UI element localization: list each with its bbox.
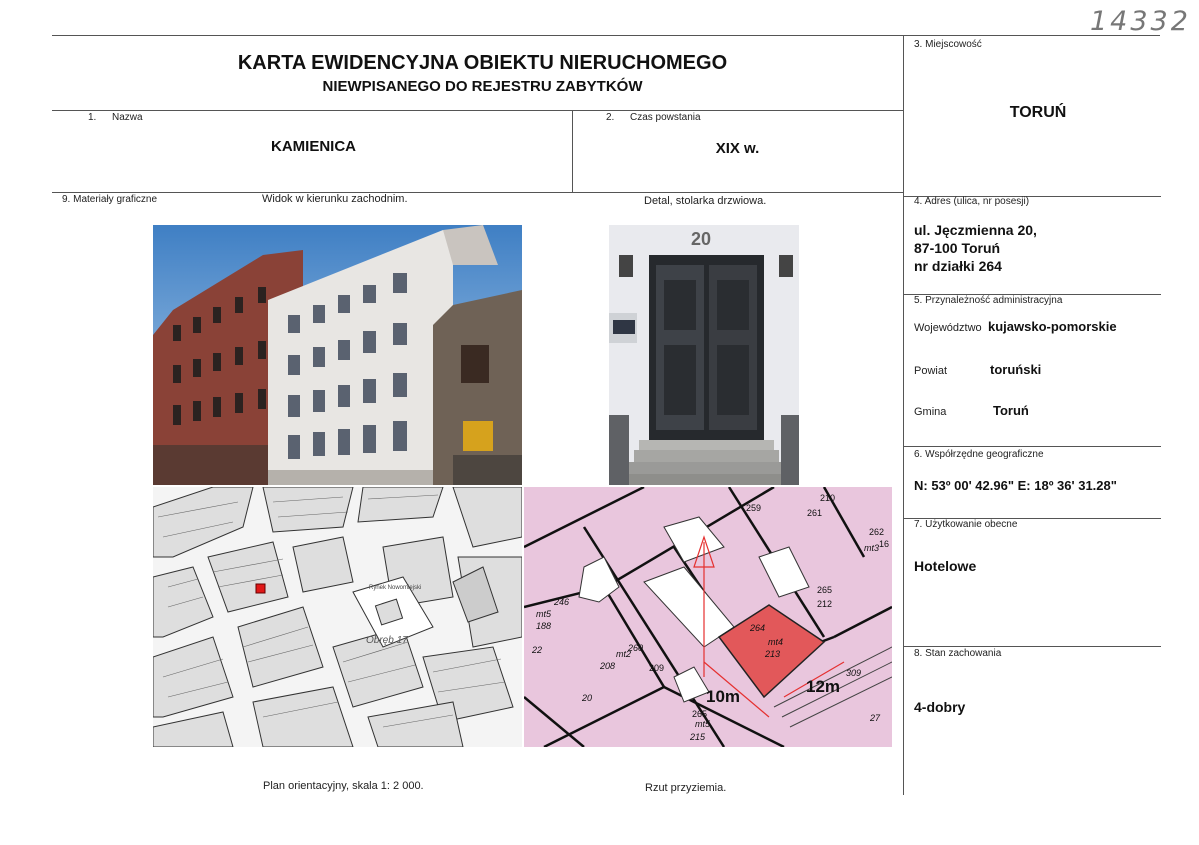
gmina-value: Toruń [993, 403, 1029, 418]
map-label-260: 260 [628, 643, 644, 653]
floor-plan-map: 259 210 261 262 16 mt3 246 mt5 188 265 2… [524, 487, 892, 747]
fields-bottom-rule [52, 192, 903, 193]
adres-line2: 87-100 Toruń [914, 240, 1001, 256]
nazwa-label: Nazwa [112, 112, 143, 123]
map-label-309: 309 [846, 668, 862, 678]
map-label-mt5: mt5 [536, 609, 552, 619]
map-label-213: 213 [765, 649, 781, 659]
wspolrzedne-value: N: 53º 00' 42.96" E: 18º 36' 31.28" [914, 478, 1117, 493]
map-label-27: 27 [870, 713, 881, 723]
map-label-212: 212 [817, 599, 833, 609]
map-label-265b: 265 [692, 709, 708, 719]
caption-plan: Plan orientacyjny, skala 1: 2 000. [263, 780, 424, 792]
orientation-plan-map: Rynek Nowomiejski Obręb 17 [153, 487, 522, 747]
map-label-259: 259 [746, 503, 762, 513]
czas-label: Czas powstania [630, 112, 701, 123]
map-label-261: 261 [807, 508, 823, 518]
map-label-246: 246 [554, 597, 570, 607]
graphics-label: 9. Materiały graficzne [62, 194, 158, 205]
caption-detail: Detal, stolarka drzwiowa. [644, 195, 767, 207]
nazwa-value: KAMIENICA [271, 138, 356, 155]
powiat-label: Powiat [914, 365, 948, 377]
map-label-264: 264 [750, 623, 766, 633]
wspolrzedne-label: 6. Współrzędne geograficzne [914, 449, 1044, 460]
door-number: 20 [691, 229, 712, 249]
caption-view: Widok w kierunku zachodnim. [262, 193, 408, 205]
wojewodztwo-value: kujawsko-pomorskie [988, 319, 1117, 334]
stan-label: 8. Stan zachowania [914, 648, 1002, 659]
wojewodztwo-label: Województwo [914, 322, 982, 334]
map-label-208: 208 [600, 661, 616, 671]
uzytkowanie-value: Hotelowe [914, 558, 977, 574]
przynaleznosc-rule [903, 446, 1161, 447]
dimension-12m: 12m [806, 677, 841, 696]
map-label-215: 215 [690, 732, 706, 742]
adres-line1: ul. Jęczmienna 20, [914, 222, 1037, 238]
czas-number: 2. [606, 112, 615, 123]
right-column-divider [903, 35, 904, 795]
adres-line3: nr działki 264 [914, 258, 1002, 274]
map-label-mt3: mt3 [864, 543, 880, 553]
uzytkowanie-label: 7. Użytkowanie obecne [914, 519, 1018, 530]
nazwa-number: 1. [88, 112, 97, 123]
uzytkowanie-rule [903, 646, 1161, 647]
top-rule [52, 35, 1160, 36]
map-label-20: 20 [582, 693, 593, 703]
map-label-210: 210 [820, 493, 836, 503]
powiat-value: toruński [990, 362, 1042, 377]
building-photo [153, 225, 522, 485]
map-label-265a: 265 [817, 585, 833, 595]
map-label-262: 262 [869, 527, 885, 537]
header-bottom-rule [52, 110, 903, 111]
map-label-mt5b: mt5 [695, 719, 711, 729]
adres-label: 4. Adres (ulica, nr posesji) [914, 196, 1030, 207]
plan-square-label: Rynek Nowomiejski [369, 585, 422, 591]
map-label-188: 188 [536, 621, 552, 631]
plan-district-label: Obręb 17 [366, 635, 408, 646]
map-label-209: 209 [649, 663, 665, 673]
miejscowosc-value: TORUŃ [1009, 104, 1067, 121]
czas-value: XIX w. [715, 140, 760, 157]
card-title: KARTA EWIDENCYJNA OBIEKTU NIERUCHOMEGO [237, 52, 728, 74]
caption-floor: Rzut przyziemia. [645, 782, 727, 794]
map-label-16: 16 [879, 539, 890, 549]
gmina-label: Gmina [914, 406, 947, 418]
map-label-22: 22 [532, 645, 543, 655]
miejscowosc-label: 3. Miejscowość [914, 39, 982, 50]
dimension-10m: 10m [706, 687, 741, 706]
handwritten-inventory-number: 14332 [1090, 6, 1191, 37]
stan-value: 4-dobry [914, 699, 966, 715]
map-label-mt4: mt4 [768, 637, 784, 647]
przynaleznosc-label: 5. Przynależność administracyjna [914, 295, 1063, 306]
door-detail-photo: 20 [609, 225, 799, 485]
card-subtitle: NIEWPISANEGO DO REJESTRU ZABYTKÓW [322, 78, 643, 95]
